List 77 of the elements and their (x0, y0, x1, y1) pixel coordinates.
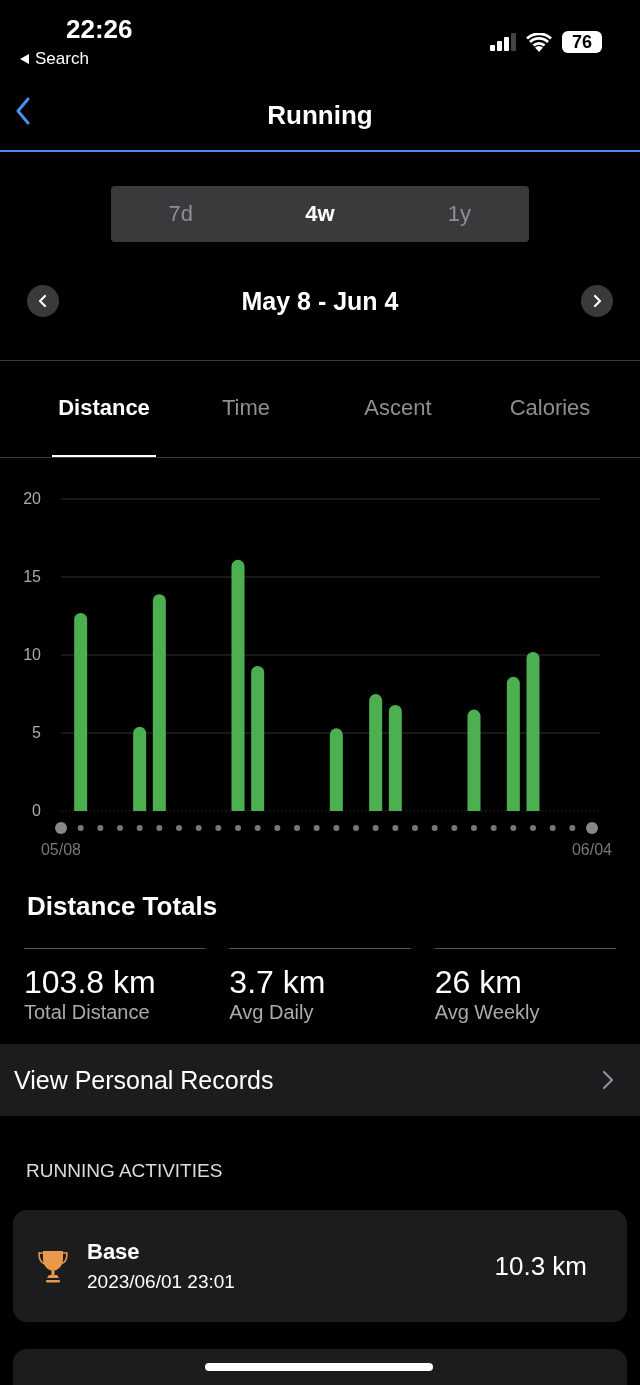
trophy-icon (37, 1249, 69, 1283)
period-tab[interactable]: 4w (250, 186, 390, 242)
metric-tab[interactable]: Time (184, 361, 308, 457)
day-dot[interactable] (530, 825, 536, 831)
day-dot[interactable] (117, 825, 123, 831)
wifi-icon (526, 32, 552, 52)
stat-value: 3.7 km (229, 963, 327, 1001)
day-dot[interactable] (431, 825, 438, 831)
distance-bar[interactable] (467, 709, 481, 811)
y-axis-label: 0 (32, 802, 41, 819)
section-header: RUNNING ACTIVITIES (25, 1159, 224, 1183)
distance-bar[interactable] (526, 651, 540, 811)
back-to-app-link[interactable]: Search (20, 48, 89, 70)
stat-value: 26 km (434, 963, 523, 1001)
day-dot[interactable] (490, 825, 497, 831)
day-dot[interactable] (176, 825, 182, 831)
previous-icon[interactable] (27, 285, 59, 317)
stat-label: Total Distance (24, 1001, 151, 1024)
day-dot[interactable] (77, 825, 84, 831)
distance-bar[interactable] (388, 704, 402, 811)
distance-bar[interactable] (369, 694, 383, 811)
x-axis-label: 05/08 (41, 841, 81, 858)
metric-tab[interactable]: Distance (52, 361, 156, 457)
day-dot[interactable] (333, 825, 340, 831)
activity-name: Base (87, 1239, 141, 1265)
y-axis-label: 20 (23, 490, 41, 507)
back-icon[interactable] (16, 97, 30, 125)
day-dot[interactable] (97, 825, 104, 831)
day-dot[interactable] (55, 822, 67, 834)
day-dot[interactable] (412, 825, 418, 831)
day-dot[interactable] (235, 825, 241, 831)
section-title: Distance Totals (27, 891, 219, 922)
x-axis-label: 06/04 (572, 841, 612, 858)
day-dot[interactable] (136, 825, 143, 831)
day-dot[interactable] (215, 825, 222, 831)
stat-label: Avg Daily (229, 1001, 315, 1024)
distance-bar[interactable] (329, 728, 343, 811)
stat-value: 103.8 km (24, 963, 157, 1001)
metric-tab[interactable]: Ascent (336, 361, 460, 457)
personal-records-row[interactable]: View Personal Records (0, 1044, 640, 1116)
day-dot[interactable] (586, 822, 598, 834)
distance-bar[interactable] (506, 676, 520, 811)
date-range: May 8 - Jun 4 (241, 286, 399, 316)
distance-bar[interactable] (74, 612, 88, 811)
metric-tab[interactable]: Calories (488, 361, 612, 457)
day-dot[interactable] (313, 825, 320, 831)
day-dot[interactable] (353, 825, 359, 831)
page-title: Running (267, 99, 373, 131)
chevron-icon (602, 1070, 614, 1090)
day-dot[interactable] (510, 825, 517, 831)
day-dot[interactable] (372, 825, 379, 831)
battery-indicator: 76 (562, 31, 602, 53)
back-triangle-icon (20, 54, 29, 64)
day-dot[interactable] (254, 825, 261, 831)
distance-bar[interactable] (231, 559, 245, 811)
stat-label: Avg Weekly (434, 1001, 541, 1024)
activity-distance: 10.3 km (494, 1250, 587, 1282)
day-dot[interactable] (195, 825, 202, 831)
day-dot[interactable] (156, 825, 163, 831)
status-time: 22:26 (66, 14, 133, 44)
distance-bar[interactable] (133, 726, 147, 811)
day-dot[interactable] (451, 825, 458, 831)
distance-bar[interactable] (251, 665, 265, 811)
distance-bar[interactable] (152, 594, 166, 811)
y-axis-label: 5 (32, 724, 41, 741)
y-axis-label: 10 (23, 646, 41, 663)
activity-card[interactable]: Base 2023/06/01 23:01 10.3 km (13, 1210, 627, 1322)
day-dot[interactable] (392, 825, 399, 831)
activity-date: 2023/06/01 23:01 (87, 1271, 236, 1293)
day-dot[interactable] (274, 825, 281, 831)
day-dot[interactable] (471, 825, 477, 831)
signal-icon (490, 33, 516, 51)
next-icon[interactable] (581, 285, 613, 317)
y-axis-label: 15 (23, 568, 41, 585)
day-dot[interactable] (294, 825, 300, 831)
day-dot[interactable] (569, 825, 576, 831)
day-dot[interactable] (549, 825, 556, 831)
